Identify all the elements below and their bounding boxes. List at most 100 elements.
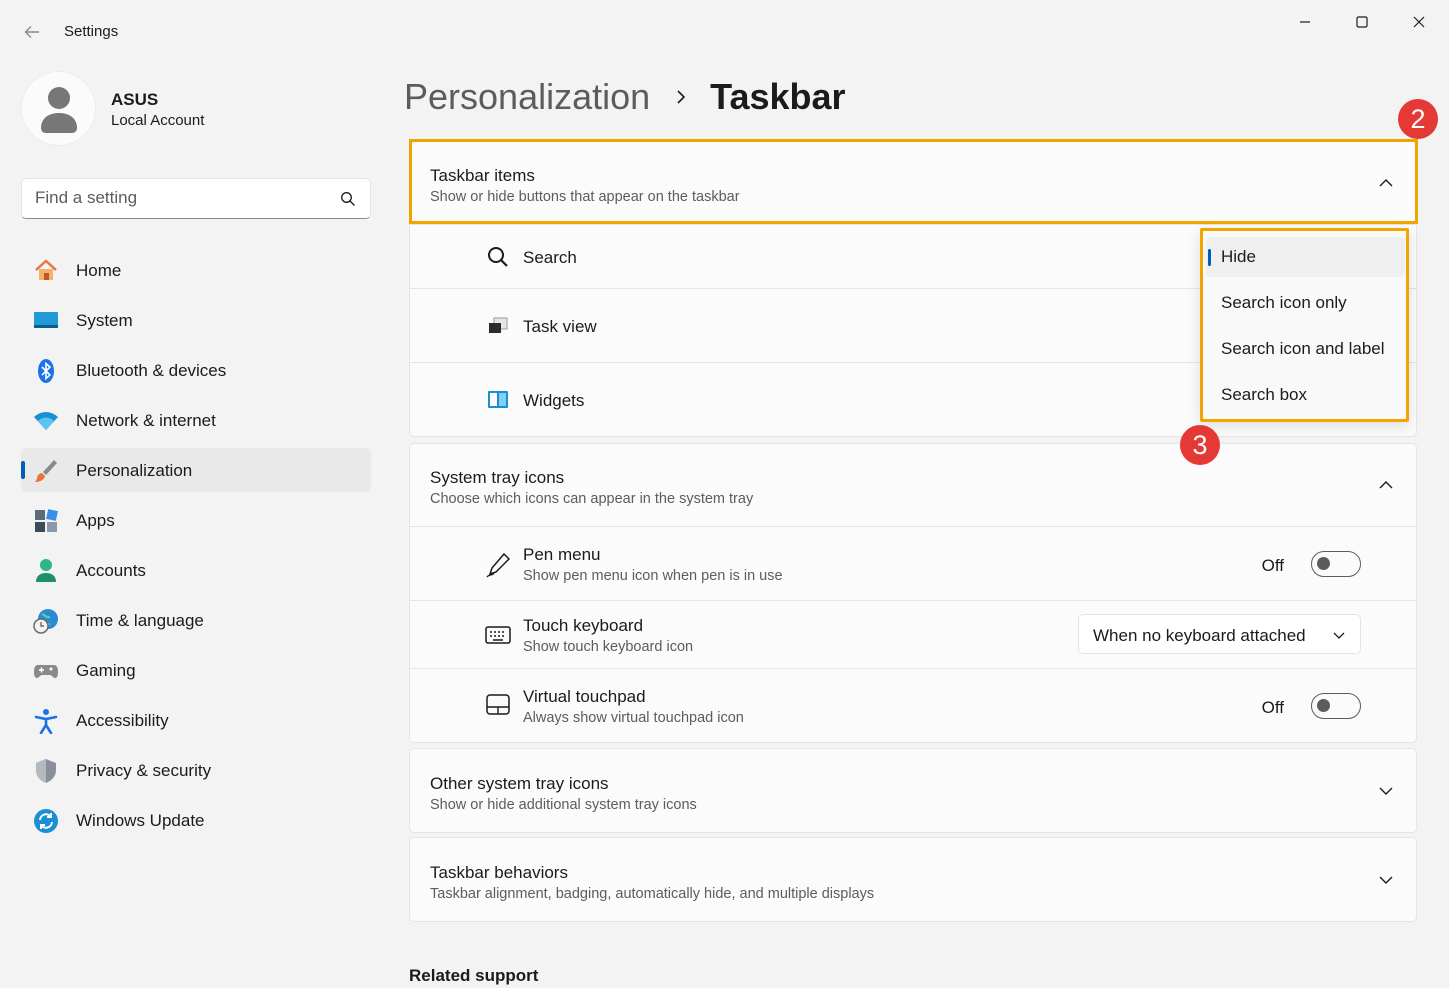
sidebar-item-accessibility[interactable]: Accessibility (21, 698, 371, 742)
shield-icon (36, 759, 56, 783)
chevron-right-icon (677, 90, 686, 104)
row-subtitle: Show pen menu icon when pen is in use (523, 568, 783, 584)
sidebar-item-label: Accessibility (76, 711, 169, 730)
minimize-icon (1300, 21, 1310, 23)
system-tray-title: System tray icons (430, 468, 565, 487)
chevron-down-icon (1333, 632, 1345, 639)
taskbar-items-subtitle: Show or hide buttons that appear on the … (430, 189, 740, 205)
touch-keyboard-dropdown[interactable]: When no keyboard attached (1078, 614, 1361, 654)
search-icon[interactable] (340, 191, 356, 207)
pen-menu-toggle[interactable] (1311, 551, 1361, 577)
menu-item-search-icon-and-label[interactable]: Search icon and label (1206, 329, 1405, 369)
row-subtitle: Show touch keyboard icon (523, 639, 694, 655)
taskbar-items-title: Taskbar items (430, 166, 535, 185)
taskbar-behaviors-card[interactable]: Taskbar behaviors Taskbar alignment, bad… (409, 837, 1417, 922)
step-badge-2: 2 (1398, 99, 1438, 139)
home-icon (35, 259, 57, 280)
row-subtitle: Always show virtual touchpad icon (523, 710, 744, 726)
person-icon (36, 559, 56, 582)
search-input[interactable] (35, 188, 325, 208)
keyboard-icon (485, 626, 511, 644)
sidebar-item-system[interactable]: System (21, 298, 371, 342)
wifi-icon (34, 412, 58, 430)
menu-item-search-icon-only[interactable]: Search icon only (1206, 283, 1405, 323)
gamepad-icon (34, 665, 58, 678)
apps-icon (35, 509, 58, 532)
sidebar-item-label: Accounts (76, 561, 146, 580)
row-label: Search (523, 248, 577, 267)
sidebar-item-network[interactable]: Network & internet (21, 398, 371, 442)
breadcrumb: Personalization Taskbar (404, 74, 846, 120)
step-badge-3: 3 (1180, 425, 1220, 465)
row-label: Task view (523, 317, 597, 336)
sidebar-item-label: System (76, 311, 133, 330)
menu-item-label: Search box (1221, 385, 1307, 404)
touchpad-icon (486, 694, 510, 715)
related-support-heading: Related support (409, 966, 539, 985)
globe-clock-icon (33, 609, 58, 634)
back-arrow-icon[interactable] (22, 22, 42, 42)
other-tray-subtitle: Show or hide additional system tray icon… (430, 797, 697, 813)
row-label: Touch keyboard (523, 616, 644, 635)
other-tray-icons-card[interactable]: Other system tray icons Show or hide add… (409, 748, 1417, 833)
sidebar-nav: Home System Bluetooth & devices Network … (21, 248, 371, 848)
sidebar-item-label: Gaming (76, 661, 136, 680)
close-button[interactable] (1396, 8, 1442, 36)
menu-item-hide[interactable]: Hide (1206, 237, 1405, 277)
maximize-button[interactable] (1339, 8, 1385, 36)
minimize-button[interactable] (1282, 8, 1328, 36)
sidebar-item-label: Windows Update (76, 811, 205, 830)
dropdown-selected-value: When no keyboard attached (1093, 626, 1306, 645)
widgets-icon (488, 391, 508, 408)
user-name: ASUS (111, 90, 159, 109)
chevron-up-icon[interactable] (1378, 175, 1394, 191)
accessibility-icon (34, 709, 58, 734)
bluetooth-icon (38, 359, 54, 383)
sidebar-item-label: Bluetooth & devices (76, 361, 227, 380)
sidebar-item-label: Home (76, 261, 122, 280)
toggle-state-label: Off (1261, 698, 1284, 717)
sidebar-item-personalization[interactable]: Personalization (21, 448, 371, 492)
sidebar-item-time-language[interactable]: Time & language (21, 598, 371, 642)
sidebar-item-accounts[interactable]: Accounts (21, 548, 371, 592)
search-mode-menu: Hide Search icon only Search icon and la… (1200, 228, 1409, 422)
virtual-touchpad-row: Virtual touchpad Always show virtual tou… (409, 669, 1417, 743)
sidebar-item-windows-update[interactable]: Windows Update (21, 798, 371, 842)
chevron-down-icon[interactable] (1378, 872, 1394, 888)
sidebar-item-bluetooth[interactable]: Bluetooth & devices (21, 348, 371, 392)
maximize-icon (1356, 16, 1368, 28)
virtual-touchpad-toggle[interactable] (1311, 693, 1361, 719)
menu-item-label: Search icon only (1221, 293, 1347, 312)
sidebar-item-label: Privacy & security (76, 761, 212, 780)
menu-item-search-box[interactable]: Search box (1206, 375, 1405, 415)
behaviors-subtitle: Taskbar alignment, badging, automaticall… (430, 886, 875, 902)
row-label: Virtual touchpad (523, 687, 646, 706)
pen-menu-row: Pen menu Show pen menu icon when pen is … (409, 527, 1417, 601)
row-label: Widgets (523, 391, 585, 410)
app-title: Settings (64, 23, 119, 40)
person-silhouette-icon (41, 87, 77, 133)
toggle-state-label: Off (1261, 556, 1284, 575)
breadcrumb-parent[interactable]: Personalization (404, 76, 650, 118)
chevron-up-icon[interactable] (1378, 477, 1394, 493)
menu-item-label: Hide (1221, 247, 1256, 266)
page-title: Taskbar (710, 76, 846, 117)
sidebar-item-home[interactable]: Home (21, 248, 371, 292)
avatar[interactable] (21, 71, 96, 146)
behaviors-title: Taskbar behaviors (430, 863, 568, 882)
sidebar-item-label: Apps (76, 511, 115, 530)
taskbar-items-header[interactable]: Taskbar items Show or hide buttons that … (409, 141, 1417, 225)
sidebar-item-apps[interactable]: Apps (21, 498, 371, 542)
task-view-icon (489, 317, 508, 333)
system-tray-subtitle: Choose which icons can appear in the sys… (430, 491, 754, 507)
touch-keyboard-row: Touch keyboard Show touch keyboard icon … (409, 601, 1417, 669)
row-label: Pen menu (523, 545, 601, 564)
system-icon (34, 312, 58, 328)
chevron-down-icon[interactable] (1378, 783, 1394, 799)
sidebar-item-label: Network & internet (76, 411, 216, 430)
system-tray-header[interactable]: System tray icons Choose which icons can… (409, 443, 1417, 527)
sidebar-item-gaming[interactable]: Gaming (21, 648, 371, 692)
sidebar-item-privacy-security[interactable]: Privacy & security (21, 748, 371, 792)
search-icon (488, 247, 508, 267)
settings-search[interactable] (21, 178, 371, 219)
